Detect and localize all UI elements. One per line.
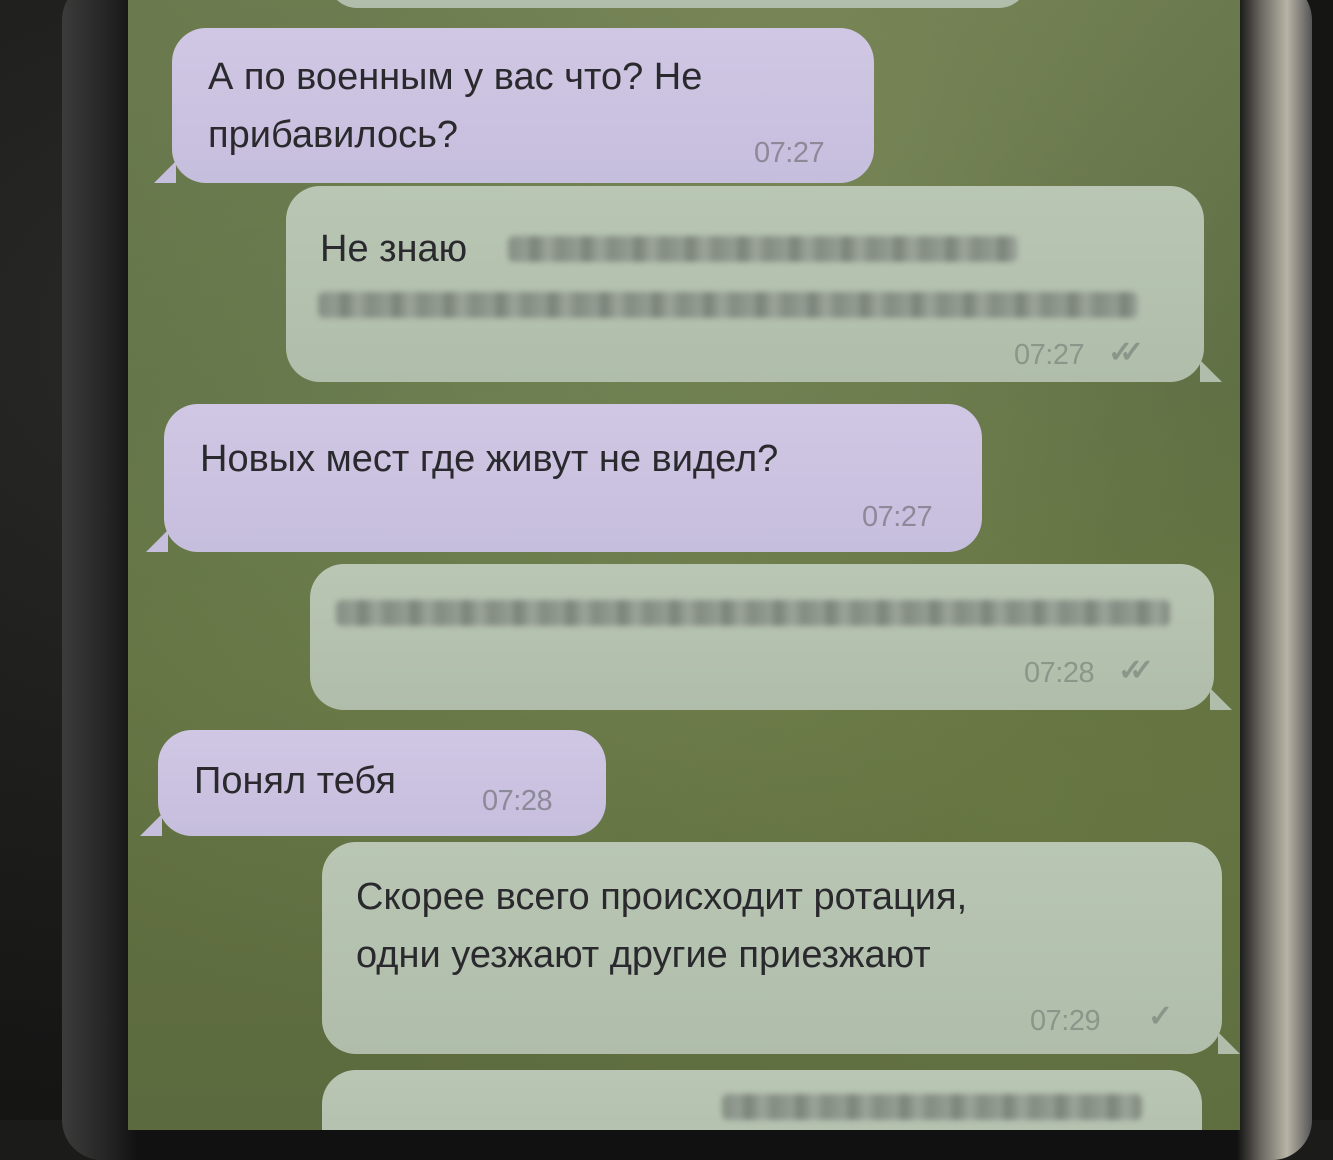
message-text: Скорее всего происходит ротация, одни уе… — [356, 876, 968, 976]
redacted-text — [318, 292, 1138, 318]
message-time: 07:27 — [754, 137, 825, 169]
message-bubble-outgoing[interactable]: 07:28 ✓✓ — [310, 564, 1214, 710]
message-text: Новых мест где живут не видел? — [200, 438, 779, 480]
message-time: 07:27 — [862, 501, 933, 533]
bubble-tail — [1200, 360, 1222, 382]
message-bubble-outgoing[interactable]: Не знаю 07:27 ✓✓ — [286, 186, 1204, 382]
message-text: А по военным у вас что? Не прибавилось? — [208, 56, 703, 156]
chat-screen: А по военным у вас что? Не прибавилось? … — [128, 0, 1240, 1130]
message-bubble-incoming[interactable]: Новых мест где живут не видел? 07:27 — [164, 404, 982, 552]
message-time: 07:28 — [482, 785, 553, 817]
bubble-tail — [146, 530, 168, 552]
message-time: 07:29 — [1030, 1005, 1101, 1037]
message-time: 07:27 — [1014, 339, 1085, 371]
double-check-icon: ✓✓ — [1108, 336, 1144, 369]
message-bubble-partial-bottom — [322, 1070, 1202, 1130]
redacted-text — [336, 600, 1170, 626]
message-bubble-incoming[interactable]: Понял тебя 07:28 — [158, 730, 606, 836]
bubble-tail — [1218, 1032, 1240, 1054]
message-time: 07:28 — [1024, 657, 1095, 689]
single-check-icon: ✓ — [1148, 1000, 1174, 1033]
message-text: Понял тебя — [194, 760, 396, 802]
double-check-icon: ✓✓ — [1118, 654, 1154, 687]
message-bubble-outgoing[interactable]: Скорее всего происходит ротация, одни уе… — [322, 842, 1222, 1054]
bubble-tail — [1210, 688, 1232, 710]
message-bubble-incoming[interactable]: А по военным у вас что? Не прибавилось? … — [172, 28, 874, 183]
redacted-text — [722, 1094, 1142, 1120]
message-text: Не знаю — [320, 228, 468, 270]
bubble-tail — [154, 161, 176, 183]
redacted-text — [508, 236, 1018, 262]
message-bubble-partial-top — [328, 0, 1028, 8]
bubble-tail — [140, 814, 162, 836]
